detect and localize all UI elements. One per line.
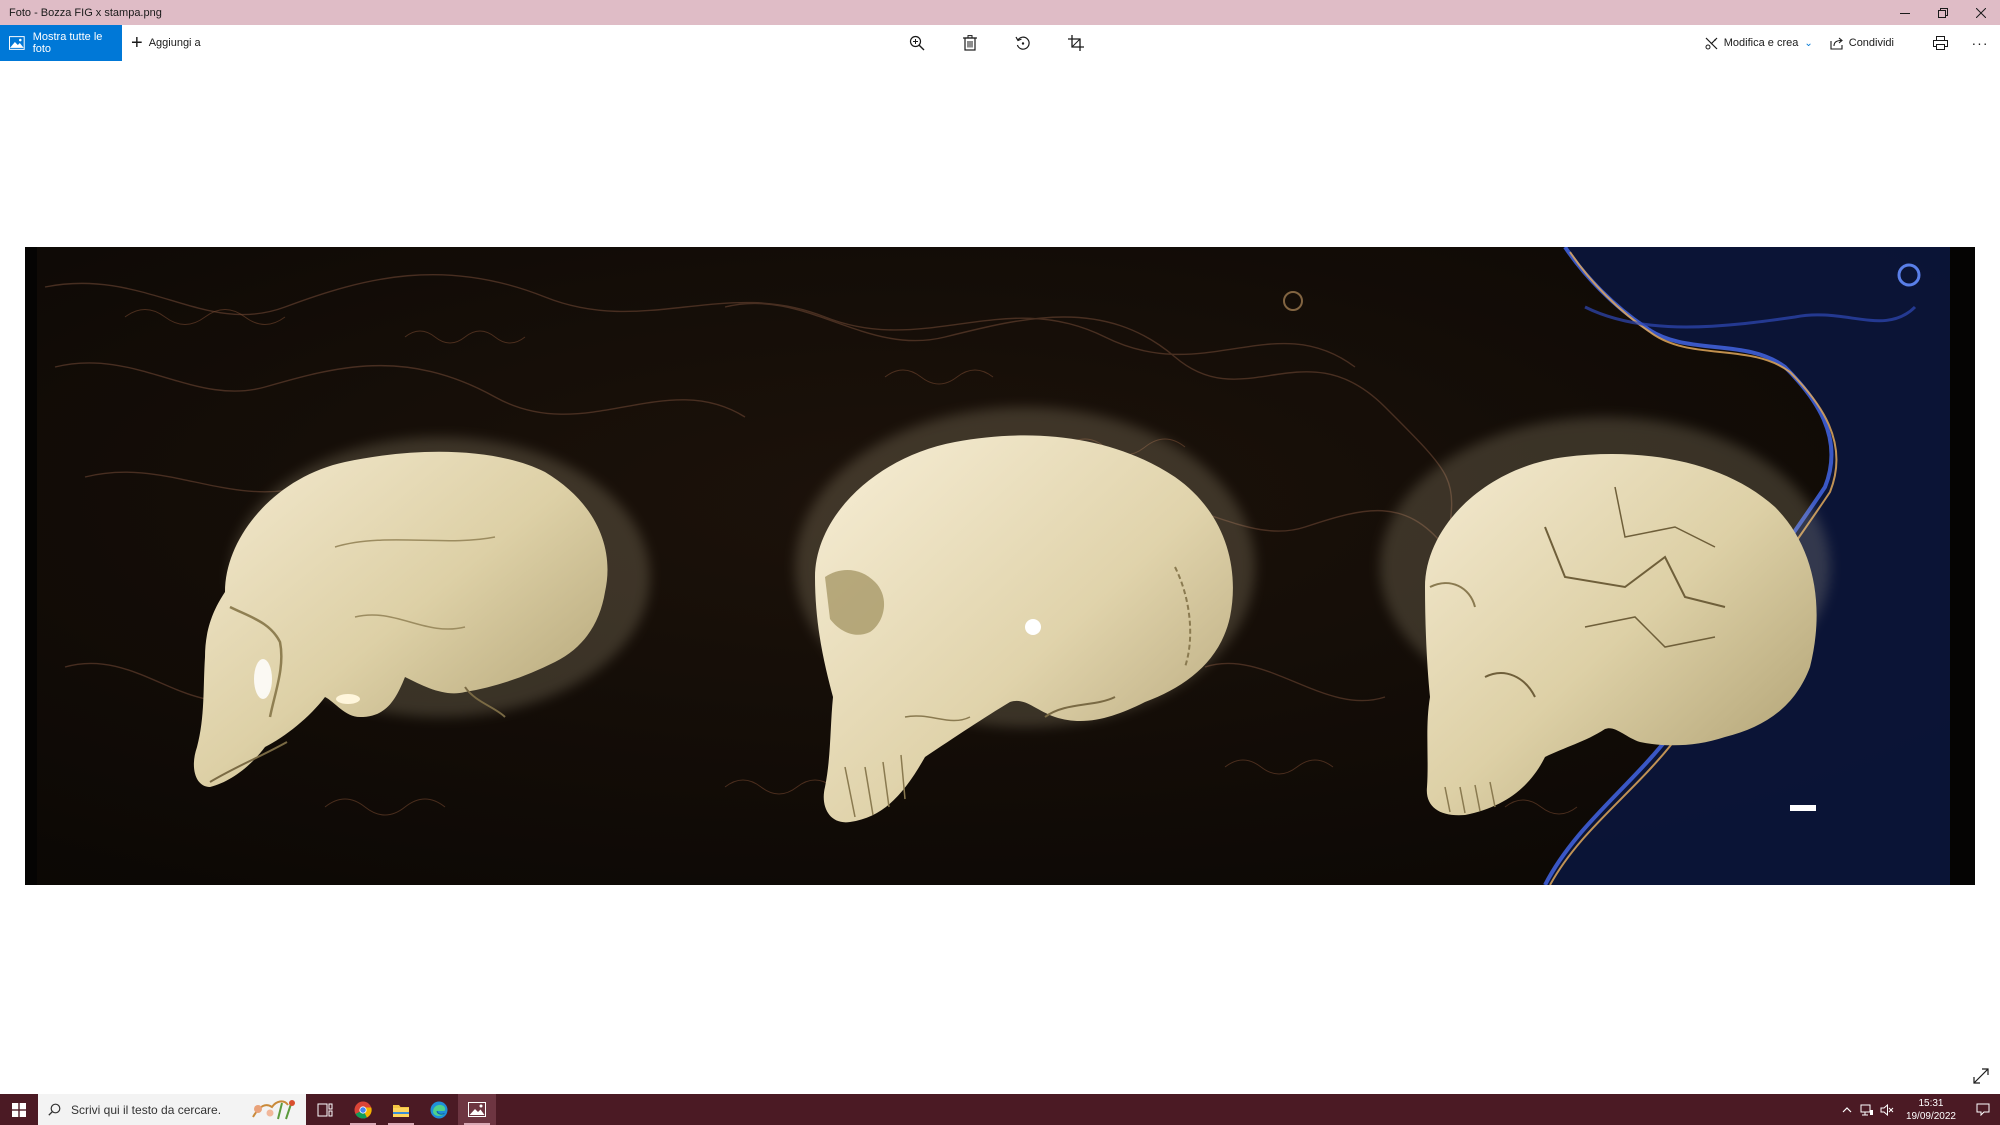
more-icon: ··· [1971,35,1989,51]
share-icon [1830,37,1843,50]
edge-icon [430,1101,448,1118]
edit-create-icon [1705,37,1718,49]
clock-date: 19/09/2022 [1905,1110,1956,1122]
start-button[interactable] [0,1094,38,1125]
file-explorer-icon [393,1104,409,1117]
zoom-in-icon [909,35,925,51]
print-icon [1932,36,1948,50]
restore-icon [1938,7,1948,18]
taskbar: Scrivi qui il testo da cercare. 15:31 19… [0,1094,2000,1125]
system-tray: 15:31 19/09/2022 [1838,1094,2000,1125]
volume-muted-icon [1880,1103,1894,1116]
right-tools: Modifica e crea ⌄ Condividi ··· [1705,25,2000,61]
notification-icon [1976,1103,1990,1116]
edge-taskbar-button[interactable] [420,1094,458,1125]
network-button[interactable] [1858,1104,1876,1116]
minimize-icon [1900,12,1910,14]
chevron-up-icon [1842,1106,1852,1112]
search-placeholder: Scrivi qui il testo da cercare. [71,1102,222,1117]
crop-icon [1068,35,1084,51]
search-icon [48,1103,61,1116]
chrome-icon [354,1101,372,1118]
notifications-button[interactable] [1966,1094,2000,1125]
show-all-photos-button[interactable]: Mostra tutte le foto [0,25,122,61]
close-icon [1976,7,1986,18]
window-controls [1886,0,2000,25]
windows-icon [12,1102,26,1117]
window-title: Foto - Bozza FIG x stampa.png [9,6,162,19]
taskbar-search-input[interactable]: Scrivi qui il testo da cercare. [38,1094,306,1125]
delete-icon [963,35,977,51]
rotate-button[interactable] [1011,31,1035,55]
add-to-button[interactable]: + Aggiungi a [131,25,201,61]
edit-create-label: Modifica e crea [1723,37,1799,49]
share-label: Condividi [1848,37,1894,49]
show-all-photos-label: Mostra tutte le foto [32,31,103,55]
photos-taskbar-button[interactable] [458,1094,496,1125]
restore-button[interactable] [1924,0,1962,25]
delete-button[interactable] [958,31,982,55]
tray-expand-button[interactable] [1838,1106,1856,1113]
clock-time: 15:31 [1918,1097,1944,1109]
search-highlight-icon [252,1100,295,1120]
file-explorer-taskbar-button[interactable] [382,1094,420,1125]
minimize-button[interactable] [1886,0,1924,25]
app-toolbar: Mostra tutte le foto + Aggiungi a Modifi… [0,25,2000,61]
plus-icon: + [131,32,143,54]
chevron-down-icon: ⌄ [1804,37,1813,49]
task-view-icon [317,1103,333,1116]
crop-button[interactable] [1064,31,1088,55]
photo-gallery-icon [9,36,25,50]
network-icon [1860,1104,1873,1115]
fullscreen-button[interactable] [1970,1065,1992,1087]
photo-viewer-image[interactable] [25,247,1975,885]
more-options-button[interactable]: ··· [1968,31,1992,55]
expand-icon [1973,1068,1989,1084]
zoom-button[interactable] [905,31,929,55]
photos-icon [468,1102,486,1117]
volume-button[interactable] [1878,1103,1896,1116]
rotate-icon [1015,36,1030,50]
clock[interactable]: 15:31 19/09/2022 [1906,1097,1956,1123]
task-view-button[interactable] [306,1094,344,1125]
skulls-photo [25,247,1975,885]
share-button[interactable]: Condividi [1830,37,1894,50]
chrome-taskbar-button[interactable] [344,1094,382,1125]
edit-create-button[interactable]: Modifica e crea ⌄ [1705,37,1813,50]
close-button[interactable] [1962,0,2000,25]
center-tools [905,25,1088,61]
print-button[interactable] [1928,31,1952,55]
add-to-label: Aggiungi a [148,37,201,49]
title-bar: Foto - Bozza FIG x stampa.png [0,0,2000,25]
